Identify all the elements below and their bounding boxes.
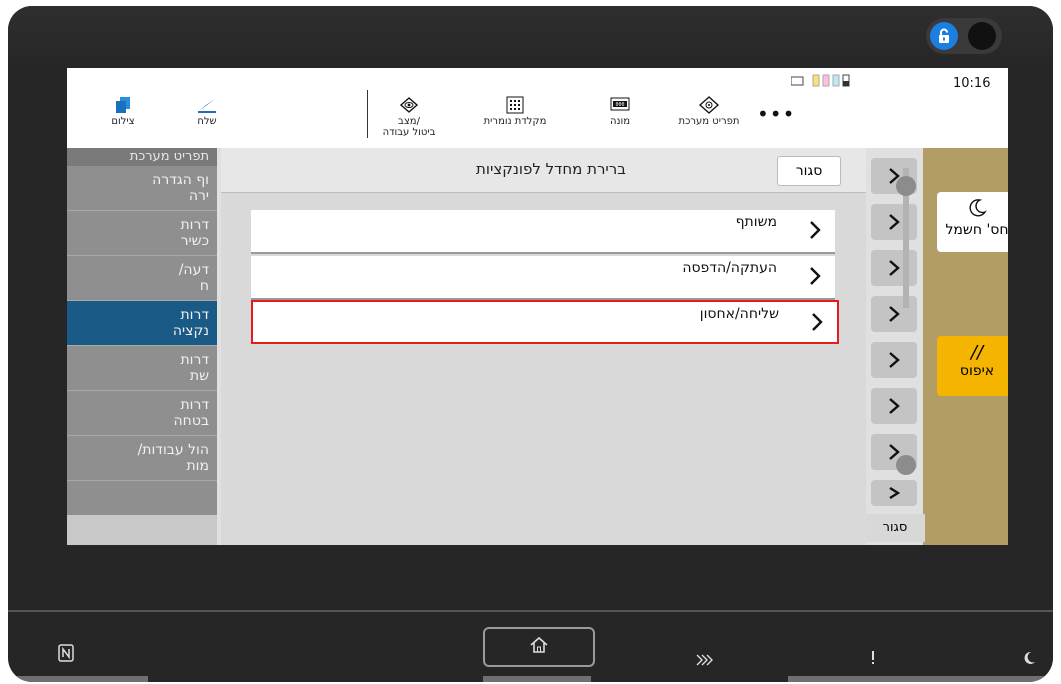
copy-icon — [95, 96, 151, 114]
left-menu-item-line2: ירה — [188, 188, 209, 204]
device-frame: 10:16 צילום שלח מצב/ ביטול עבודה מקלדת נ… — [8, 6, 1053, 682]
row-label: משותף — [735, 214, 777, 230]
left-menu-item-line2: מות — [186, 458, 209, 474]
lock-toggle[interactable] — [926, 18, 1002, 54]
home-icon — [529, 636, 549, 658]
chevron-right-icon — [809, 220, 821, 244]
chevron-right-icon — [811, 312, 823, 336]
close-button-bottom[interactable]: סגור — [865, 514, 925, 542]
bezel-strip — [8, 676, 148, 682]
function-defaults-dialog: ברירת מחדל לפונקציות סגור משותף העתקה/הד… — [221, 148, 866, 545]
left-menu-item-line1: הול עבודות/ — [137, 442, 209, 458]
toggle-knob — [968, 22, 996, 50]
device-bezel-top — [8, 6, 1053, 66]
left-menu-item[interactable]: וף הגדרה ירה — [67, 166, 217, 211]
touch-screen: 10:16 צילום שלח מצב/ ביטול עבודה מקלדת נ… — [67, 68, 1008, 545]
left-menu-item-line1: דרות — [180, 307, 209, 323]
dialog-header: ברירת מחדל לפונקציות סגור — [221, 148, 866, 193]
energy-saver-button[interactable]: חס' חשמל — [937, 192, 1008, 252]
copy-label: צילום — [111, 116, 135, 127]
clock: 10:16 — [953, 76, 991, 91]
more-icon[interactable]: ••• — [757, 102, 795, 126]
dialog-close-button[interactable]: סגור — [777, 156, 841, 186]
bezel-strip — [788, 676, 1053, 682]
status-label-line1: מצב/ — [398, 116, 420, 127]
bezel-divider — [8, 610, 1053, 612]
system-menu-icon — [673, 96, 745, 114]
keypad-label: מקלדת נומרית — [483, 116, 547, 127]
numeric-keypad-button[interactable]: מקלדת נומרית — [475, 96, 555, 127]
chevron-right-icon[interactable] — [871, 480, 917, 506]
chevron-right-icon[interactable] — [871, 204, 917, 240]
system-menu-button[interactable]: תפריט מערכת — [673, 96, 745, 127]
nfc-icon — [58, 644, 74, 666]
status-job-cancel-button[interactable]: מצב/ ביטול עבודה — [373, 96, 445, 138]
left-menu-footer — [67, 515, 217, 545]
left-menu-item-line2: שת — [189, 368, 209, 384]
left-menu-item-line2: נקציה — [172, 323, 209, 339]
counter-icon: 000 — [595, 96, 645, 114]
left-menu-item[interactable]: דרות כשיר — [67, 211, 217, 256]
bezel-strip — [483, 676, 591, 682]
row-common[interactable]: משותף — [251, 210, 835, 254]
keypad-icon — [475, 96, 555, 114]
reset-button[interactable]: // איפוס — [937, 336, 1008, 396]
left-menu-item-selected[interactable]: דרות נקציה — [67, 301, 217, 346]
left-menu-item[interactable]: דעה/ח — [67, 256, 217, 301]
row-label: העתקה/הדפסה — [682, 260, 777, 276]
left-menu-item-line1: דרות — [180, 217, 209, 233]
reset-icon: // — [970, 342, 984, 363]
left-menu-item-line1: דרות — [180, 352, 209, 368]
row-send-store[interactable]: שליחה/אחסון — [251, 300, 839, 344]
data-indicator-icon — [696, 652, 714, 670]
left-menu-item-line2: כשיר — [180, 233, 209, 249]
system-menu-list: תפריט מערכת וף הגדרה ירה דרות כשיר דעה/ח ד… — [67, 148, 217, 545]
left-menu-item[interactable]: דרות בטחה — [67, 391, 217, 436]
left-menu-item-line1: וף הגדרה — [152, 172, 209, 188]
left-menu-item-line1: דעה/ — [178, 262, 209, 278]
copy-button[interactable]: צילום — [95, 96, 151, 127]
row-label: שליחה/אחסון — [699, 306, 779, 322]
send-label: שלח — [197, 116, 217, 127]
scroll-up-icon[interactable] — [896, 176, 916, 196]
chevron-right-icon[interactable] — [871, 250, 917, 286]
toolbar-divider — [367, 90, 368, 138]
attention-indicator-icon — [870, 650, 876, 670]
chevron-right-icon[interactable] — [871, 388, 917, 424]
left-menu-item-line2: ח — [199, 278, 209, 294]
power-moon-icon — [1022, 650, 1036, 670]
chevron-right-icon[interactable] — [871, 296, 917, 332]
left-menu-item[interactable]: דרות שת — [67, 346, 217, 391]
moon-icon — [937, 192, 1008, 222]
home-button[interactable] — [483, 627, 595, 667]
system-menu-label: תפריט מערכת — [678, 116, 740, 127]
left-menu-item-line1: דרות — [180, 397, 209, 413]
chevron-right-icon[interactable] — [871, 342, 917, 378]
chevron-right-icon — [809, 266, 821, 290]
send-button[interactable]: שלח — [179, 96, 235, 127]
status-icons — [790, 74, 881, 91]
svg-text:000: 000 — [615, 102, 624, 108]
left-menu-item[interactable]: הול עבודות/מות — [67, 436, 217, 481]
send-icon — [179, 96, 235, 114]
energy-saver-label: חס' חשמל — [945, 222, 1008, 238]
reset-label: איפוס — [959, 363, 995, 379]
row-copy-print[interactable]: העתקה/הדפסה — [251, 256, 835, 300]
unlock-icon — [930, 22, 958, 50]
system-menu-header: תפריט מערכת — [67, 148, 217, 166]
top-toolbar: 10:16 צילום שלח מצב/ ביטול עבודה מקלדת נ… — [67, 68, 1008, 148]
scroll-down-icon[interactable] — [896, 455, 916, 475]
left-menu-item-line2: בטחה — [173, 413, 209, 429]
counter-button[interactable]: 000 מונה — [595, 96, 645, 127]
eye-icon — [373, 96, 445, 114]
dialog-title: ברירת מחדל לפונקציות — [476, 160, 626, 178]
status-label-line2: ביטול עבודה — [382, 127, 436, 138]
counter-label: מונה — [609, 116, 631, 127]
